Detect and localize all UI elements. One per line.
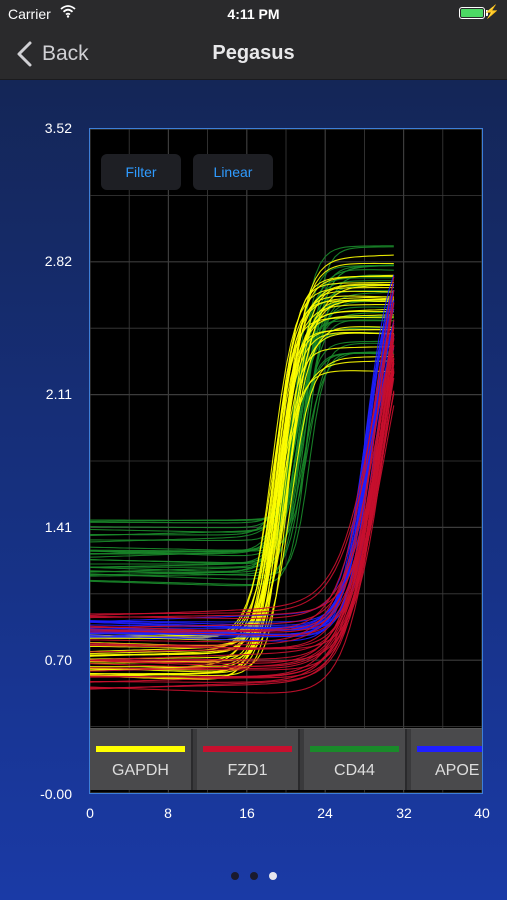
legend-swatch: [310, 746, 399, 752]
amplification-curve: [90, 306, 394, 533]
amplification-curve: [90, 352, 394, 557]
series-fzd1: [90, 276, 395, 694]
amplification-curve: [90, 351, 394, 573]
page-dot[interactable]: [268, 872, 277, 880]
page-dot[interactable]: [230, 872, 239, 880]
y-tick-label: 3.52: [44, 120, 72, 136]
x-tick-label: 8: [164, 805, 172, 821]
legend-swatch: [96, 746, 185, 752]
legend-label: GAPDH: [112, 762, 169, 779]
amplification-plot[interactable]: Filter Linear GAPDH FZD1 CD44 APOE: [89, 128, 483, 794]
amplification-curve: [90, 368, 395, 619]
y-tick-label: 2.82: [44, 253, 72, 269]
legend-label: FZD1: [227, 762, 268, 779]
page-indicator[interactable]: [0, 872, 507, 880]
battery-icon: [459, 7, 485, 19]
clock-time: 4:11 PM: [227, 6, 280, 22]
charging-icon: ⚡: [483, 4, 500, 19]
page-dot[interactable]: [249, 872, 258, 880]
amplification-curve: [90, 348, 395, 626]
amplification-curve: [90, 264, 394, 558]
navigation-bar: Back Pegasus: [0, 28, 507, 80]
y-tick-label: 0.70: [44, 652, 72, 668]
x-tick-label: 32: [396, 805, 412, 821]
legend-swatch: [203, 746, 292, 752]
scale-toggle-button[interactable]: Linear: [193, 154, 273, 190]
amplification-curve: [90, 351, 394, 576]
series-legend[interactable]: GAPDH FZD1 CD44 APOE: [90, 728, 482, 790]
legend-swatch: [417, 746, 482, 752]
legend-item-apoe[interactable]: APOE: [411, 729, 482, 790]
amplification-curve: [90, 311, 394, 543]
legend-item-fzd1[interactable]: FZD1: [197, 729, 300, 790]
series-cd44: [90, 245, 394, 587]
page-title: Pegasus: [212, 42, 295, 64]
x-tick-label: 24: [317, 805, 333, 821]
legend-label: CD44: [334, 762, 375, 779]
y-tick-label: 1.41: [44, 519, 72, 535]
status-bar: Carrier 4:11 PM ⚡: [0, 0, 507, 28]
y-tick-label: -0.00: [40, 786, 72, 802]
grid: [90, 129, 482, 793]
amplification-curve: [90, 300, 394, 521]
x-tick-label: 40: [474, 805, 490, 821]
filter-button[interactable]: Filter: [101, 154, 181, 190]
legend-item-cd44[interactable]: CD44: [304, 729, 407, 790]
amplification-curve: [90, 280, 394, 536]
y-tick-label: 2.11: [45, 386, 72, 402]
legend-label: APOE: [435, 762, 480, 779]
amplification-chart[interactable]: [90, 129, 482, 793]
amplification-curve: [90, 295, 394, 647]
x-tick-label: 16: [239, 805, 255, 821]
amplification-curve: [90, 300, 394, 529]
x-tick-label: 0: [86, 805, 94, 821]
amplification-curve: [90, 300, 395, 631]
legend-item-gapdh[interactable]: GAPDH: [90, 729, 193, 790]
